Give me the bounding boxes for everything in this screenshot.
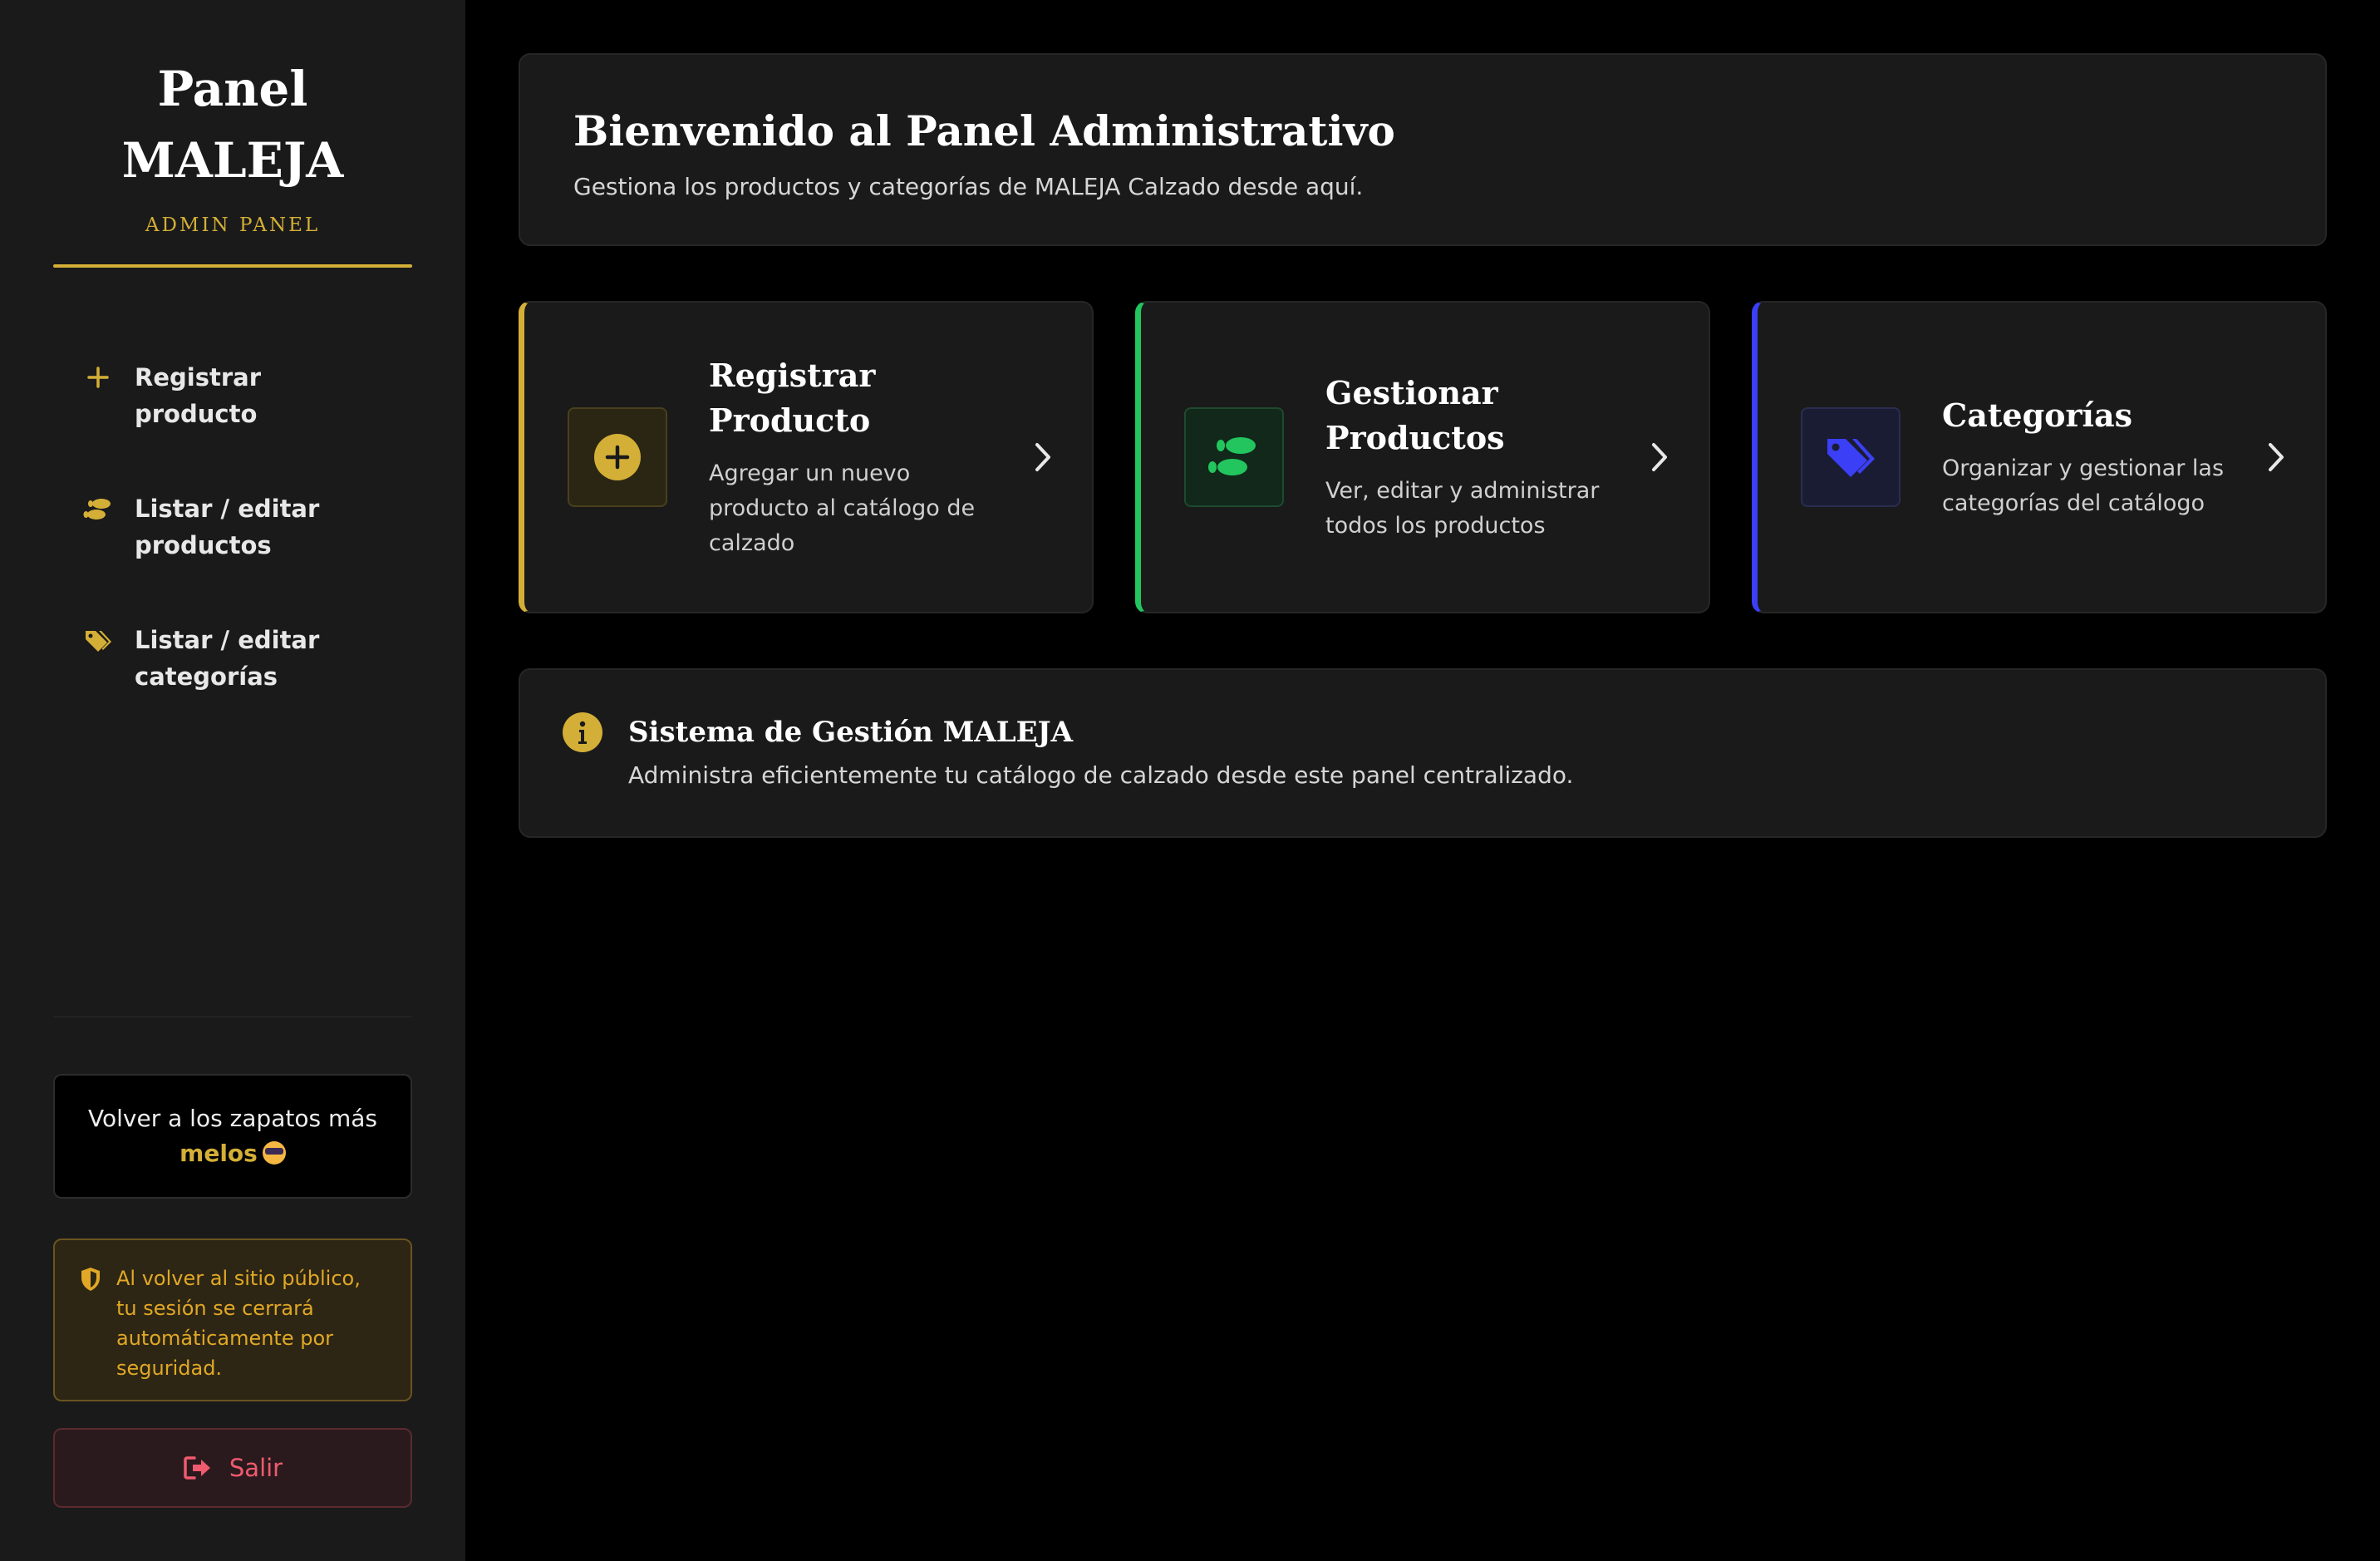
back-link-text: Volver a los zapatos más xyxy=(88,1105,377,1132)
logout-label: Salir xyxy=(229,1454,283,1482)
card-description: Ver, editar y administrar todos los prod… xyxy=(1325,478,1600,539)
sidebar-divider xyxy=(53,1016,412,1017)
back-link-emphasis: melos xyxy=(179,1140,258,1167)
card-categorias[interactable]: Categorías Organizar y gestionar las cat… xyxy=(1752,301,2327,613)
sidebar: Panel MALEJA ADMIN PANEL Registrar produ… xyxy=(0,0,465,1561)
sidebar-item-registrar-producto[interactable]: Registrar producto xyxy=(53,359,412,432)
chevron-right-icon xyxy=(1035,443,1050,471)
welcome-panel: Bienvenido al Panel Administrativo Gesti… xyxy=(519,53,2327,246)
page-title: Bienvenido al Panel Administrativo xyxy=(573,106,1395,155)
info-title: Sistema de Gestión MALEJA xyxy=(628,716,1074,749)
main-content: Bienvenido al Panel Administrativo Gesti… xyxy=(465,0,2380,1561)
card-description: Agregar un nuevo producto al catálogo de… xyxy=(709,460,976,556)
brand: Panel MALEJA ADMIN PANEL xyxy=(53,0,412,268)
sunglasses-emoji-icon xyxy=(262,1141,286,1165)
card-title: Gestionar Productos xyxy=(1325,374,1505,456)
logout-icon xyxy=(184,1456,210,1480)
page-subtitle: Gestiona los productos y categorías de M… xyxy=(573,173,1364,200)
chevron-right-icon xyxy=(2269,443,2284,471)
info-text: Administra eficientemente tu catálogo de… xyxy=(628,761,1574,789)
sidebar-nav: Registrar producto Listar / editar produ… xyxy=(53,359,412,695)
card-title: Categorías xyxy=(1942,396,2132,434)
card-gestionar-productos[interactable]: Gestionar Productos Ver, editar y admini… xyxy=(1135,301,1710,613)
notice-text: Al volver al sitio público, tu sesión se… xyxy=(116,1267,361,1380)
admin-app: Panel MALEJA ADMIN PANEL Registrar produ… xyxy=(0,0,2380,1561)
plus-icon xyxy=(83,359,113,396)
sidebar-item-label: Listar / editar categorías xyxy=(135,626,320,691)
sidebar-item-listar-productos[interactable]: Listar / editar productos xyxy=(53,490,412,564)
brand-title-line2: MALEJA xyxy=(121,132,344,189)
tags-icon xyxy=(1801,407,1901,507)
brand-title-line1: Panel xyxy=(157,61,308,117)
tags-icon xyxy=(83,622,113,658)
back-to-shop-link[interactable]: Volver a los zapatos más melos xyxy=(53,1074,412,1199)
brand-divider xyxy=(53,264,412,268)
shield-icon xyxy=(81,1268,100,1291)
session-notice: Al volver al sitio público, tu sesión se… xyxy=(53,1238,412,1401)
footprints-icon xyxy=(83,490,113,527)
sidebar-item-listar-categorias[interactable]: Listar / editar categorías xyxy=(53,622,412,695)
card-registrar-producto[interactable]: Registrar Producto Agregar un nuevo prod… xyxy=(519,301,1094,613)
logout-button[interactable]: Salir xyxy=(53,1428,412,1508)
card-title: Registrar Producto xyxy=(709,357,876,439)
sidebar-item-label: Registrar producto xyxy=(135,363,261,428)
brand-subtitle: ADMIN PANEL xyxy=(145,214,321,236)
chevron-right-icon xyxy=(1652,443,1667,471)
sidebar-item-label: Listar / editar productos xyxy=(135,495,320,559)
plus-circle-icon xyxy=(568,407,667,507)
info-panel: Sistema de Gestión MALEJA Administra efi… xyxy=(519,668,2327,838)
info-icon xyxy=(563,712,602,752)
back-link-second-line: melos xyxy=(179,1136,286,1171)
footprints-icon xyxy=(1184,407,1284,507)
card-description: Organizar y gestionar las categorías del… xyxy=(1942,455,2225,516)
